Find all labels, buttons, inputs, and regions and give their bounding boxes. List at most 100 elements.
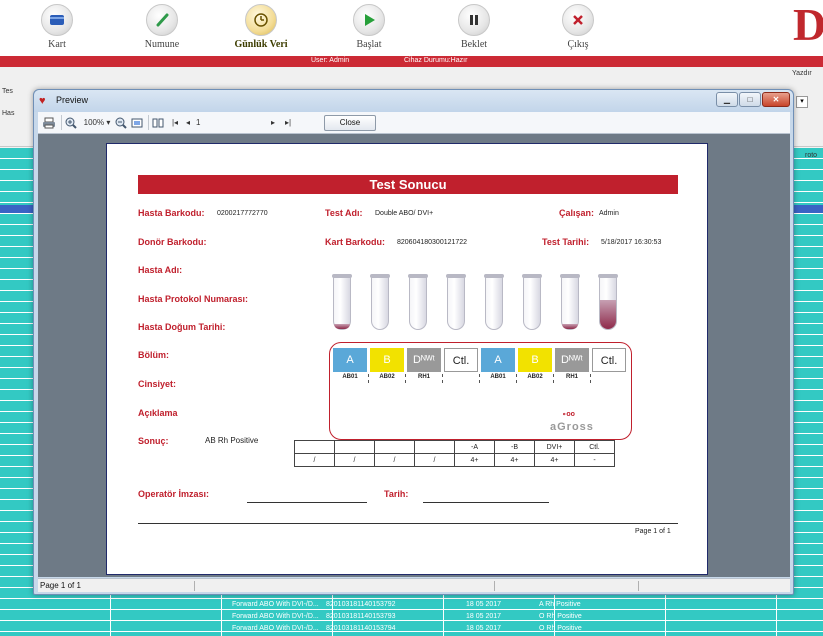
status-divider <box>194 581 195 591</box>
report-title-bar: Test Sonucu <box>138 175 678 194</box>
preview-canvas[interactable]: Test Sonucu Hasta Barkodu: 0200217772770… <box>38 134 790 577</box>
test-name-value: Double ABO/ DVI+ <box>375 210 434 217</box>
toolbar-numune-button[interactable]: Numune <box>122 4 202 50</box>
result-header-cell <box>374 440 415 454</box>
print-label[interactable]: Yazdır <box>792 70 812 77</box>
description-label: Açıklama <box>138 408 178 418</box>
gel-card-well-code: AB01 <box>490 374 506 380</box>
preview-close-button[interactable]: Close <box>324 115 376 131</box>
app-root: Kart Numune Günlük Veri Başlat Beklet Çı… <box>0 0 823 636</box>
zoom-level-value: 100% <box>83 118 105 127</box>
gel-card-divider <box>553 374 554 383</box>
report-title: Test Sonucu <box>369 177 447 192</box>
gel-card-tubes <box>327 274 632 332</box>
card-barcode-value: 820604180300121722 <box>397 239 468 246</box>
card-icon <box>41 4 73 36</box>
toolbar-kart-label: Kart <box>48 39 66 50</box>
pen-icon <box>146 4 178 36</box>
previous-page-icon[interactable]: ◂ <box>183 115 193 130</box>
window-close-button[interactable]: ✕ <box>762 92 790 107</box>
preview-window: ♥ Preview ▁ □ ✕ 100% ▾ |◂ ◂ 1 ▸ ▸| Close… <box>33 89 794 595</box>
date-label: Tarih: <box>384 489 409 499</box>
maximize-button[interactable]: □ <box>739 92 761 107</box>
background-side-label-a: Tes <box>2 88 13 95</box>
result-table: -A -B DVI+ Ctl. / / / / 4+ 4+ 4+ - <box>294 440 615 467</box>
last-page-icon[interactable]: ▸| <box>282 115 294 130</box>
toolbar-baslat-button[interactable]: Başlat <box>329 4 409 50</box>
tube-liquid <box>600 300 616 329</box>
grid-row[interactable]: Forward ABO With DVI-/D... 8201031811401… <box>232 612 652 623</box>
tube-rim <box>598 274 618 278</box>
background-dropdown-arrow-icon[interactable]: ▾ <box>796 96 808 108</box>
result-value-cell: / <box>294 453 335 467</box>
gel-card-well: Ctl. <box>592 348 626 372</box>
toolbar-cikis-label: Çıkış <box>567 39 589 50</box>
gel-card-well: A <box>481 348 515 372</box>
gel-card-well-code: AB02 <box>527 374 543 380</box>
grid-cell-test: Forward ABO With DVI-/D... <box>232 625 319 632</box>
tube-rim <box>370 274 390 278</box>
two-pages-icon[interactable] <box>152 115 166 130</box>
test-name-label: Test Adı: <box>325 208 363 218</box>
card-brand: aGross <box>550 421 594 433</box>
gel-tube <box>484 274 504 330</box>
donor-barcode-label: Donör Barkodu: <box>138 237 207 247</box>
brand-dots: ∘oo <box>562 411 575 418</box>
toolbar-gunluk-veri-button[interactable]: Günlük Veri <box>221 4 301 50</box>
grid-row[interactable]: Forward ABO With DVI-/D... 8201031811401… <box>232 600 652 611</box>
department-label: Bölüm: <box>138 350 169 360</box>
gender-label: Cinsiyet: <box>138 379 177 389</box>
toolbar-numune-label: Numune <box>144 39 180 50</box>
operator-signature-label: Operatör İmzası: <box>138 489 210 499</box>
print-icon[interactable] <box>42 115 58 130</box>
grid-cell-test: Forward ABO With DVI-/D... <box>232 601 319 608</box>
background-side-label-b: Has <box>2 110 15 117</box>
result-value-cell: / <box>334 453 375 467</box>
test-date-label: Test Tarihi: <box>542 237 590 247</box>
toolbar-beklet-label: Beklet <box>460 39 488 50</box>
zoom-out-icon[interactable] <box>115 115 129 130</box>
tube-rim <box>484 274 504 278</box>
grid-cell-result: A Rh Positive <box>539 601 581 608</box>
grid-row[interactable]: Forward ABO With DVI-/D... 8201031811401… <box>232 624 652 635</box>
preview-title: Preview <box>56 95 89 105</box>
zoom-level-select[interactable]: 100% ▾ <box>82 115 112 130</box>
result-value-cell: / <box>414 453 455 467</box>
tube-rim <box>446 274 466 278</box>
grid-cell-barcode: 820103181140153792 <box>326 601 396 608</box>
first-page-icon[interactable]: |◂ <box>169 115 181 130</box>
toolbar-separator <box>148 115 149 130</box>
patient-barcode-label: Hasta Barkodu: <box>138 208 205 218</box>
gel-card-divider <box>442 374 443 383</box>
preview-titlebar[interactable]: ♥ Preview ▁ □ ✕ <box>34 90 793 112</box>
gel-tube <box>408 274 428 330</box>
minimize-button[interactable]: ▁ <box>716 92 738 107</box>
tube-rim <box>408 274 428 278</box>
operator-signature-line <box>247 502 367 503</box>
toolbar-kart-button[interactable]: Kart <box>17 4 97 50</box>
gel-card: A AB01 B AB02 Dᴺᵂᵗ RH1 Ctl. A AB01 B AB02 Dᴺᵂᵗ RH1 Ct… <box>329 342 632 440</box>
gel-card-well: Ctl. <box>444 348 478 372</box>
status-bar: User: Admin Cihaz Durumu:Hazır <box>0 56 823 67</box>
tube-liquid <box>334 324 350 329</box>
toolbar-cikis-button[interactable]: Çıkış <box>538 4 618 50</box>
preview-status-bar: Page 1 of 1 <box>38 578 790 592</box>
test-date-value: 5/18/2017 16:30:53 <box>601 239 662 246</box>
page-number-input[interactable]: 1 <box>196 115 226 130</box>
zoom-in-icon[interactable] <box>65 115 79 130</box>
grid-cell-date: 18 05 2017 <box>466 601 502 608</box>
preview-toolbar: 100% ▾ |◂ ◂ 1 ▸ ▸| Close <box>38 112 790 134</box>
brand-logo: D <box>793 0 823 50</box>
grid-cell-barcode: 820103181140153794 <box>326 625 396 632</box>
next-page-icon[interactable]: ▸ <box>268 115 278 130</box>
grid-cell-test: Forward ABO With DVI-/D... <box>232 613 319 620</box>
status-divider <box>494 581 495 591</box>
result-table-value-row: / / / / 4+ 4+ 4+ - <box>294 453 615 467</box>
result-header-cell: DVI+ <box>534 440 575 454</box>
gel-card-divider <box>516 374 517 383</box>
report-page: Test Sonucu Hasta Barkodu: 0200217772770… <box>106 143 708 575</box>
result-header-cell: -A <box>454 440 495 454</box>
grid-cell-barcode: 820103181140153793 <box>326 613 396 620</box>
page-view-icon[interactable] <box>131 115 145 130</box>
toolbar-beklet-button[interactable]: Beklet <box>434 4 514 50</box>
